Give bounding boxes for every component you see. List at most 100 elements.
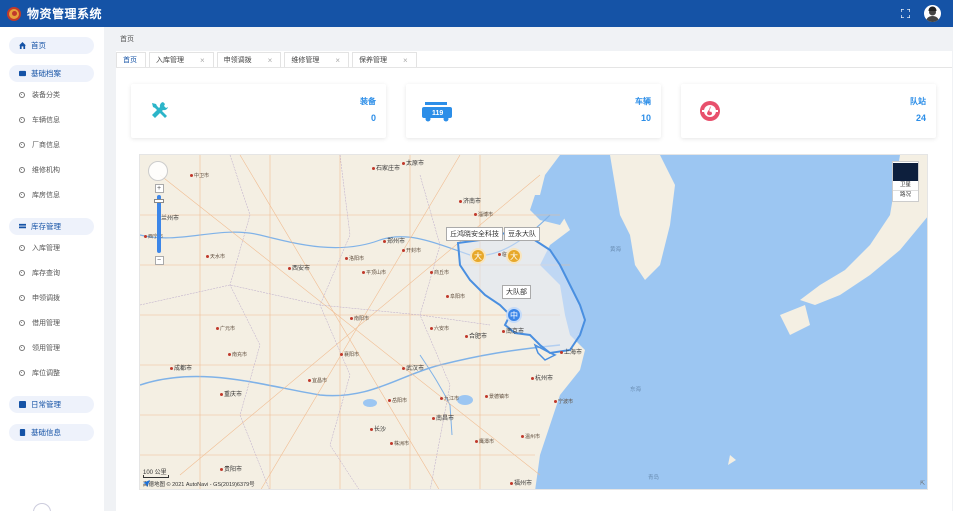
map-label-team[interactable]: 豆永大队	[504, 227, 540, 241]
city-label: 郑州市	[383, 236, 405, 245]
sidebar-item-label: 车辆信息	[32, 117, 60, 124]
breadcrumb: 首页	[120, 36, 134, 43]
fullscreen-icon[interactable]	[901, 9, 910, 18]
compass-icon[interactable]	[148, 161, 168, 181]
city-label: 景德镇市	[485, 393, 509, 400]
sidebar-item-vendor-info[interactable]: 厂商信息	[19, 138, 99, 152]
stat-label: 队站	[910, 97, 926, 106]
circle-icon	[19, 320, 25, 326]
tab-label: 保养管理	[359, 57, 388, 64]
close-icon[interactable]: ×	[403, 56, 408, 65]
stat-card-equipment[interactable]: 装备 0	[131, 84, 386, 138]
city-label: 杭州市	[531, 373, 553, 382]
sidebar-item-stock-query[interactable]: 库存查询	[19, 266, 99, 280]
city-label: 六安市	[430, 325, 449, 332]
sidebar-group-label: 基础信息	[31, 428, 61, 437]
map-layer-switch[interactable]: 卫星 路况	[892, 161, 919, 202]
tab-home[interactable]: 首页	[116, 52, 146, 67]
city-label: 南昌市	[432, 413, 454, 422]
tab-maintenance[interactable]: 保养管理 ×	[352, 52, 417, 67]
sidebar-item-equipment-category[interactable]: 装备分类	[19, 88, 99, 102]
stat-count: 0	[370, 113, 376, 123]
map-expand-icon[interactable]: ⇱	[920, 480, 925, 487]
stat-count: 24	[915, 113, 926, 123]
tab-bar: 首页 入库管理 × 申领调拨 × 维修管理 × 保养管理 ×	[116, 51, 952, 68]
sidebar-item-repair-org[interactable]: 维修机构	[19, 163, 99, 177]
circle-icon	[19, 117, 25, 123]
sidebar-item-location-adjust[interactable]: 库位调整	[19, 366, 99, 380]
copyright-text: 高德地图 © 2021 AutoNavi - GS(2019)6379号	[143, 482, 255, 488]
sidebar-group-archive[interactable]: 基础档案	[9, 65, 94, 82]
tab-repair[interactable]: 维修管理 ×	[284, 52, 350, 67]
city-label: 阜阳市	[446, 293, 465, 300]
city-label: 宜昌市	[308, 377, 327, 384]
tab-label: 维修管理	[291, 57, 320, 64]
user-avatar-icon[interactable]	[924, 5, 941, 22]
map-copyright: 高德地图 © 2021 AutoNavi - GS(2019)6379号	[143, 480, 255, 488]
circle-icon	[19, 345, 25, 351]
layer-satellite-label[interactable]: 卫星	[893, 181, 918, 190]
sidebar-item-stock-in[interactable]: 入库管理	[19, 241, 99, 255]
city-label: 太原市	[402, 158, 424, 167]
team-marker-icon[interactable]: 大	[506, 248, 522, 264]
collapse-handle[interactable]	[33, 503, 51, 511]
city-label: 九江市	[440, 395, 459, 402]
sidebar-group-inventory[interactable]: 库存管理	[9, 218, 94, 235]
close-icon[interactable]: ×	[335, 56, 340, 65]
city-label: 襄阳市	[340, 351, 359, 358]
sidebar-item-warehouse-info[interactable]: 库房信息	[19, 188, 99, 202]
map-label-hq[interactable]: 大队部	[502, 285, 531, 299]
zoom-out-button[interactable]: −	[154, 256, 164, 265]
circle-icon	[19, 167, 25, 173]
city-label: 天水市	[206, 253, 225, 260]
main-content: 装备 0 119 车辆 10 队站 24 太原市 石家庄市 济南市 郑州市 西安…	[116, 68, 952, 511]
tab-transfer[interactable]: 申领调拨 ×	[216, 52, 282, 67]
sea-label: 东海	[630, 387, 642, 393]
hq-marker-icon[interactable]: 中	[506, 307, 522, 323]
map-label-company[interactable]: 丘鸿晓安全科技	[446, 227, 503, 241]
map-view[interactable]: 太原市 石家庄市 济南市 郑州市 西安市 兰州市 开封市 合肥市 南京市 上海市…	[139, 154, 928, 490]
layer-traffic-label[interactable]: 路况	[893, 190, 918, 200]
satellite-thumbnail[interactable]	[893, 163, 918, 181]
zoom-in-button[interactable]: +	[154, 184, 164, 193]
sea-label: 青岛	[648, 475, 660, 481]
circle-icon	[19, 245, 25, 251]
stat-card-stations[interactable]: 队站 24	[681, 84, 936, 138]
sidebar-item-label: 借用管理	[32, 320, 60, 327]
circle-icon	[19, 142, 25, 148]
sidebar-item-vehicle-info[interactable]: 车辆信息	[19, 113, 99, 127]
close-icon[interactable]: ×	[200, 56, 205, 65]
archive-icon	[19, 70, 26, 77]
sidebar: 首页 基础档案 装备分类 车辆信息 厂商信息 维修机构 库房信息 库存管理 入库…	[0, 27, 104, 511]
daily-icon	[19, 401, 26, 408]
team-marker-icon[interactable]: 大	[470, 248, 486, 264]
city-label: 重庆市	[220, 389, 242, 398]
city-label: 南阳市	[350, 315, 369, 322]
zoom-slider-thumb[interactable]	[154, 199, 164, 203]
fire-truck-icon: 119	[422, 102, 452, 122]
sidebar-group-info[interactable]: 基础信息	[9, 424, 94, 441]
stat-label: 车辆	[635, 97, 651, 106]
tab-stock-in[interactable]: 入库管理 ×	[149, 52, 214, 67]
city-label: 鹰潭市	[475, 438, 494, 445]
city-label: 上海市	[560, 347, 582, 356]
sea-label: 黄海	[610, 247, 622, 253]
sidebar-group-daily[interactable]: 日常管理	[9, 396, 94, 413]
sidebar-item-label: 厂商信息	[32, 142, 60, 149]
sidebar-item-label: 申领调拨	[32, 295, 60, 302]
zoom-slider[interactable]	[154, 195, 164, 253]
city-label: 石家庄市	[372, 163, 400, 172]
sidebar-item-collect[interactable]: 领用管理	[19, 341, 99, 355]
sidebar-item-home[interactable]: 首页	[9, 37, 94, 54]
stat-card-vehicles[interactable]: 119 车辆 10	[406, 84, 661, 138]
sidebar-item-label: 库位调整	[32, 370, 60, 377]
top-header: 物资管理系统	[0, 0, 953, 27]
close-icon[interactable]: ×	[268, 56, 273, 65]
sidebar-item-borrow[interactable]: 借用管理	[19, 316, 99, 330]
city-label: 贵阳市	[220, 464, 242, 473]
sidebar-item-transfer[interactable]: 申领调拨	[19, 291, 99, 305]
tab-label: 首页	[123, 57, 137, 64]
city-label: 商丘市	[430, 269, 449, 276]
inventory-icon	[19, 223, 26, 229]
tab-label: 入库管理	[156, 57, 184, 64]
